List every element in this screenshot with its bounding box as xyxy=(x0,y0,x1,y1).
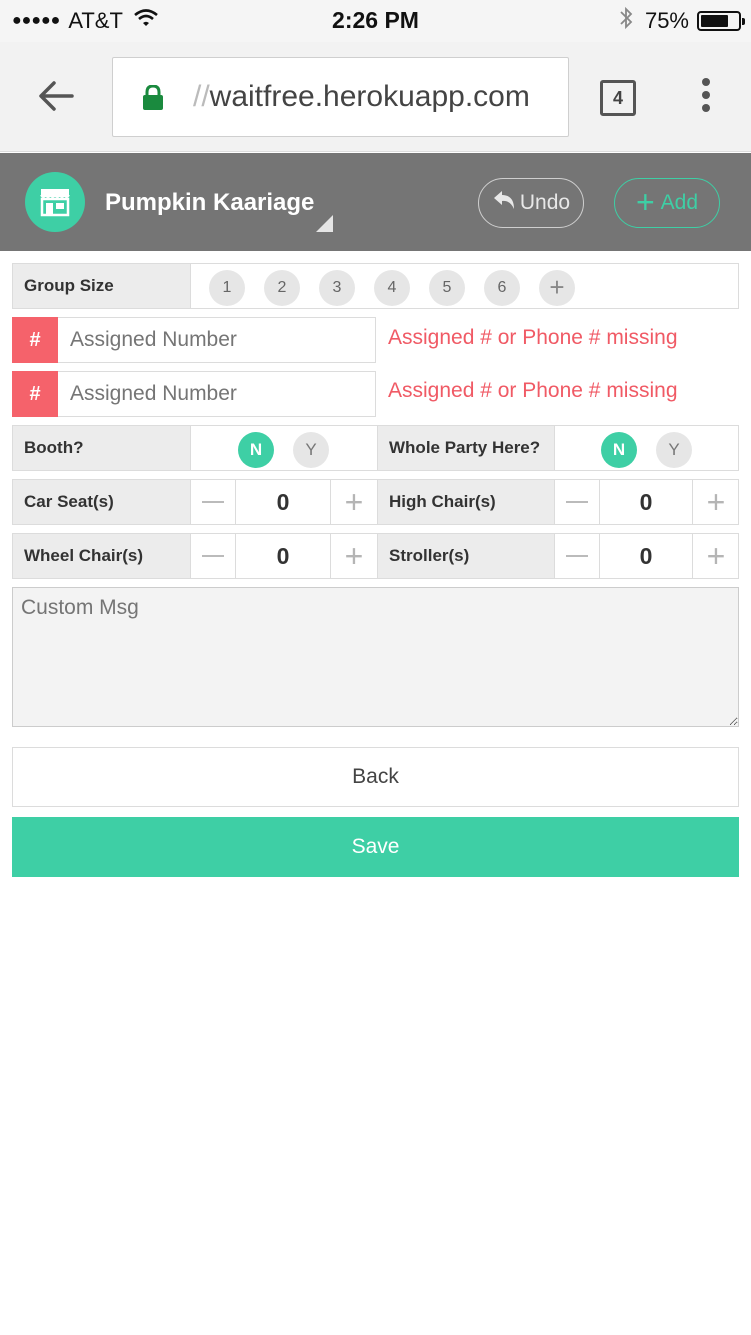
add-button[interactable]: + Add xyxy=(614,178,720,228)
car-seat-label: Car Seat(s) xyxy=(13,480,191,524)
assigned-number-error-2: Assigned # or Phone # missing xyxy=(388,379,678,402)
group-size-label: Group Size xyxy=(13,264,191,308)
car-seat-high-chair-row: Car Seat(s) 0 + High Chair(s) 0 + xyxy=(12,479,739,525)
minus-icon xyxy=(566,555,588,557)
hash-badge: # xyxy=(12,317,58,363)
high-chair-label: High Chair(s) xyxy=(377,480,555,524)
group-size-row: Group Size 1 2 3 4 5 6 + xyxy=(12,263,739,309)
group-size-option-3[interactable]: 3 xyxy=(319,270,355,306)
high-chair-increment-button[interactable]: + xyxy=(693,480,739,524)
wheel-chair-increment-button[interactable]: + xyxy=(331,534,377,578)
booth-label: Booth? xyxy=(13,426,191,470)
battery-icon xyxy=(697,11,745,31)
status-right: 75% xyxy=(619,6,745,36)
whole-party-label: Whole Party Here? xyxy=(377,426,555,470)
group-size-option-4[interactable]: 4 xyxy=(374,270,410,306)
assigned-number-input-2[interactable] xyxy=(58,371,376,417)
url-prefix: // xyxy=(193,80,210,113)
high-chair-count: 0 xyxy=(600,480,693,524)
undo-button[interactable]: Undo xyxy=(478,178,584,228)
minus-icon xyxy=(202,501,224,503)
group-size-option-1[interactable]: 1 xyxy=(209,270,245,306)
dropdown-caret-icon[interactable] xyxy=(316,215,333,232)
url-host: waitfree.herokuapp.com xyxy=(209,80,530,113)
booth-no-toggle[interactable]: N xyxy=(238,432,274,468)
lock-icon xyxy=(142,84,164,111)
url-bar[interactable]: //waitfree.herokuapp.com xyxy=(112,57,569,137)
high-chair-decrement-button[interactable] xyxy=(555,480,600,524)
undo-icon xyxy=(492,189,516,217)
plus-icon: + xyxy=(635,183,655,220)
stroller-decrement-button[interactable] xyxy=(555,534,600,578)
back-button[interactable]: Back xyxy=(12,747,739,807)
app-header: Pumpkin Kaariage Undo + Add xyxy=(0,153,751,251)
store-name[interactable]: Pumpkin Kaariage xyxy=(105,189,314,217)
wheel-chair-label: Wheel Chair(s) xyxy=(13,534,191,578)
hash-badge: # xyxy=(12,371,58,417)
save-button[interactable]: Save xyxy=(12,817,739,877)
group-size-option-6[interactable]: 6 xyxy=(484,270,520,306)
car-seat-decrement-button[interactable] xyxy=(191,480,236,524)
booth-party-row: Booth? N Y Whole Party Here? N Y xyxy=(12,425,739,471)
back-arrow-icon[interactable] xyxy=(36,78,76,114)
car-seat-increment-button[interactable]: + xyxy=(331,480,377,524)
wheel-chair-stroller-row: Wheel Chair(s) 0 + Stroller(s) 0 + xyxy=(12,533,739,579)
assigned-number-error-1: Assigned # or Phone # missing xyxy=(388,326,678,349)
battery-percent: 75% xyxy=(644,8,689,33)
tab-switcher-button[interactable]: 4 xyxy=(600,80,636,116)
assigned-number-input-1[interactable] xyxy=(58,317,376,363)
menu-dots-icon[interactable] xyxy=(700,78,712,118)
whole-party-yes-toggle[interactable]: Y xyxy=(656,432,692,468)
wheel-chair-decrement-button[interactable] xyxy=(191,534,236,578)
add-label: Add xyxy=(660,191,699,214)
whole-party-no-toggle[interactable]: N xyxy=(601,432,637,468)
url-text: //waitfree.herokuapp.com xyxy=(193,80,530,114)
car-seat-count: 0 xyxy=(236,480,331,524)
group-size-option-5[interactable]: 5 xyxy=(429,270,465,306)
status-bar: ●●●●● AT&T 2:26 PM 75% xyxy=(0,0,751,42)
wheel-chair-count: 0 xyxy=(236,534,331,578)
stroller-count: 0 xyxy=(600,534,693,578)
group-size-option-2[interactable]: 2 xyxy=(264,270,300,306)
battery-fill xyxy=(701,15,728,27)
minus-icon xyxy=(566,501,588,503)
undo-label: Undo xyxy=(519,191,571,214)
booth-yes-toggle[interactable]: Y xyxy=(293,432,329,468)
browser-toolbar: //waitfree.herokuapp.com 4 xyxy=(0,42,751,152)
bluetooth-icon xyxy=(619,6,633,36)
stroller-increment-button[interactable]: + xyxy=(693,534,739,578)
minus-icon xyxy=(202,555,224,557)
group-size-more-button[interactable]: + xyxy=(539,270,575,306)
custom-msg-textarea[interactable] xyxy=(12,587,739,727)
stroller-label: Stroller(s) xyxy=(377,534,555,578)
store-icon xyxy=(25,172,85,232)
